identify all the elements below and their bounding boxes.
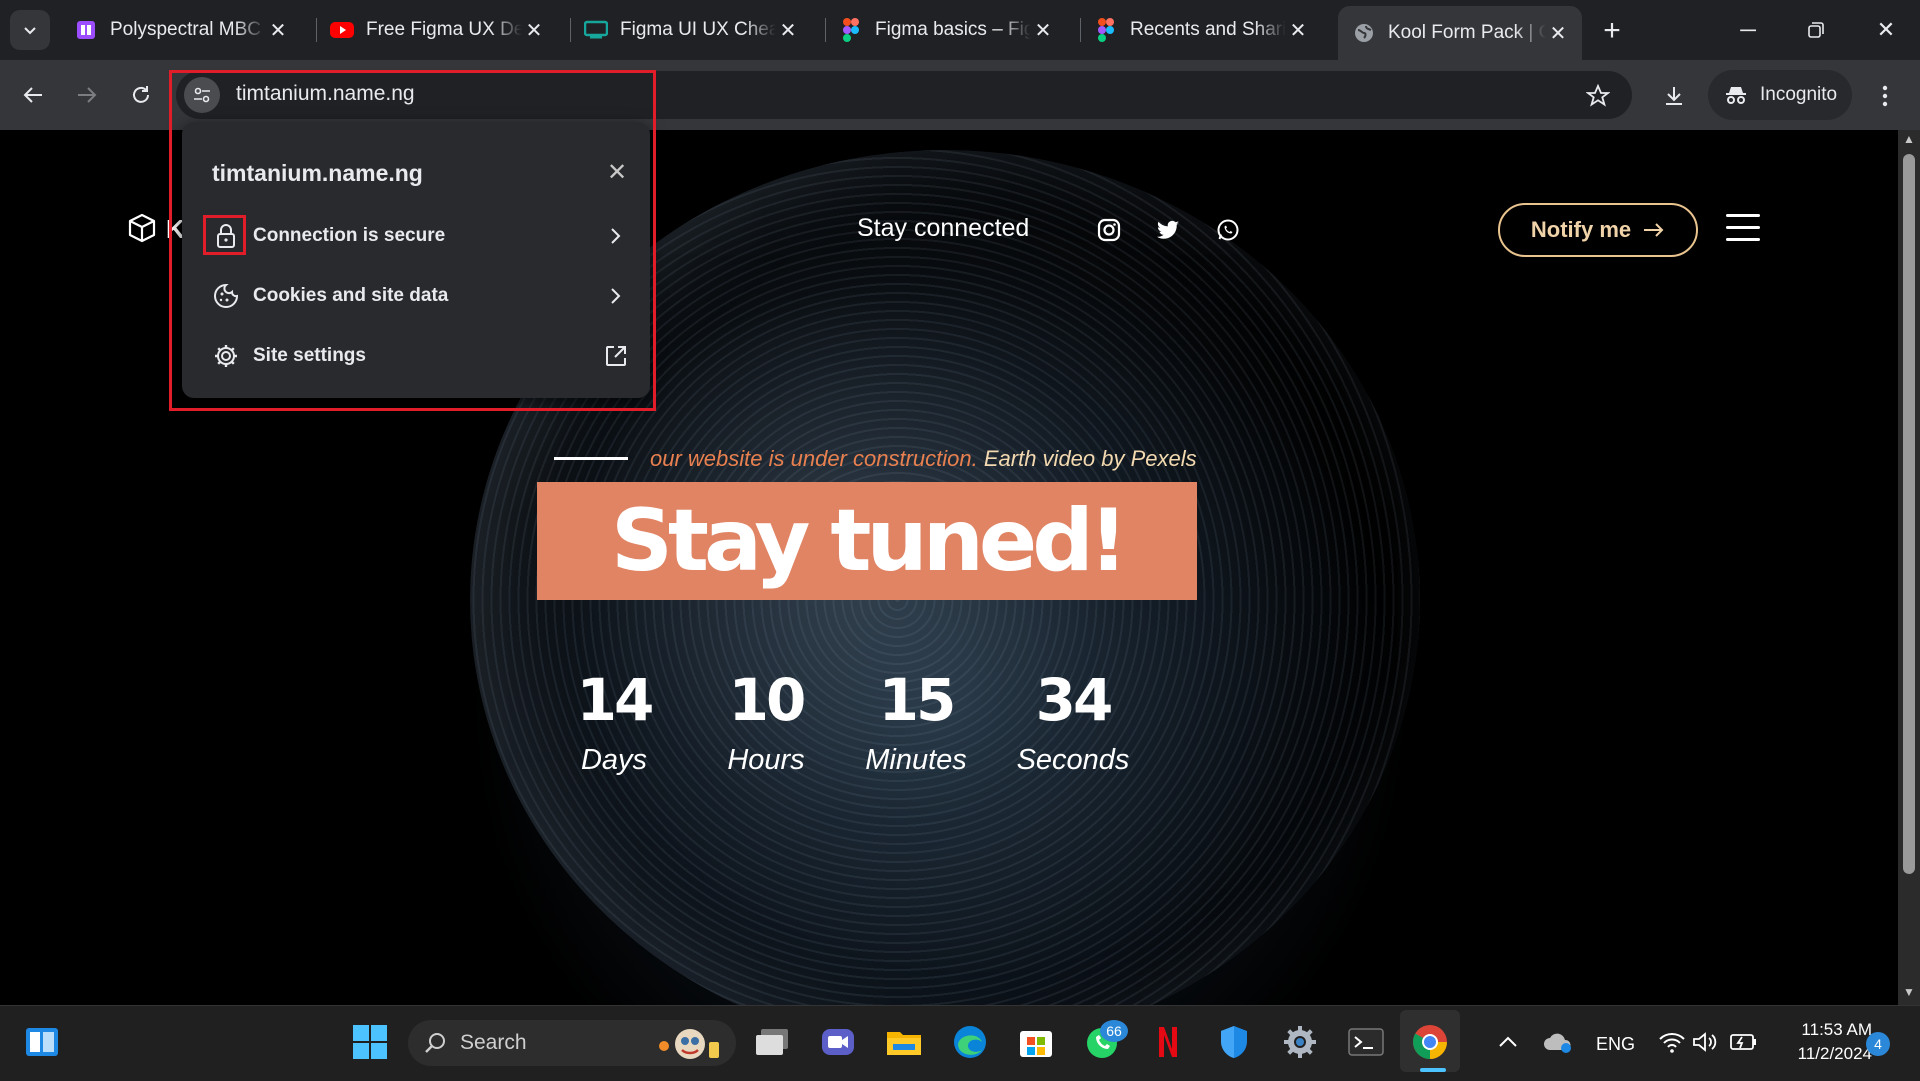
countdown-seconds-label: Seconds (1016, 744, 1130, 776)
forward-button[interactable] (66, 74, 108, 116)
tab-title: Free Figma UX Des (366, 19, 522, 40)
countdown-hours-value: 10 (728, 666, 807, 734)
close-window-button[interactable]: ✕ (1856, 10, 1916, 50)
start-widget-icon[interactable] (20, 1020, 64, 1064)
clock-time[interactable]: 11:53 AM (1776, 1020, 1872, 1040)
chevron-down-icon (24, 27, 36, 35)
close-tab-icon[interactable]: ✕ (1031, 18, 1055, 43)
subtitle: our website is under construction. Earth… (650, 446, 1197, 472)
monitor-icon (584, 18, 608, 42)
incognito-label: Incognito (1760, 84, 1838, 105)
arrow-right-icon (1644, 223, 1664, 237)
headline: Stay tuned! (610, 491, 1128, 591)
tab-search-button[interactable] (10, 10, 50, 50)
scroll-up-arrow[interactable]: ▲ (1898, 132, 1920, 152)
tab-figma-basics[interactable]: Figma basics – Figm ✕ (825, 6, 1067, 54)
task-view-icon[interactable] (750, 1020, 794, 1064)
close-tab-icon[interactable]: ✕ (776, 18, 800, 43)
defender-shield-icon[interactable] (1212, 1020, 1256, 1064)
restore-button[interactable] (1786, 10, 1846, 50)
terminal-icon[interactable] (1344, 1020, 1388, 1064)
minimize-button[interactable]: ─ (1718, 10, 1778, 50)
notify-me-label: Notify me (1530, 217, 1632, 242)
incognito-icon (1724, 84, 1748, 106)
windows-start-icon[interactable] (348, 1020, 392, 1064)
close-tab-icon[interactable]: ✕ (1286, 18, 1310, 43)
tab-title: Figma basics – Figm (875, 19, 1031, 40)
tab-title: Figma UI UX Cheat (620, 19, 776, 40)
tab-title: Kool Form Pack | C (1388, 22, 1546, 43)
close-tab-icon[interactable]: ✕ (522, 18, 546, 43)
new-tab-button[interactable]: + (1594, 14, 1630, 50)
close-tab-icon[interactable]: ✕ (1546, 21, 1570, 46)
more-vert-icon (1882, 85, 1888, 107)
teams-meet-icon[interactable] (816, 1020, 860, 1064)
onedrive-cloud-icon[interactable] (1536, 1020, 1580, 1064)
tab-title: Recents and Sharin (1130, 19, 1286, 40)
downloads-button[interactable] (1654, 76, 1694, 116)
countdown-minutes-label: Minutes (865, 744, 967, 776)
bookmark-star-button[interactable] (1580, 78, 1616, 114)
lock-highlight-box (203, 215, 246, 255)
reload-button[interactable] (120, 74, 162, 116)
countdown-hours-label: Hours (727, 744, 805, 776)
restore-icon (1808, 22, 1824, 38)
tab-kool-form-pack[interactable]: Kool Form Pack | C ✕ (1338, 6, 1582, 60)
tab-recents[interactable]: Recents and Sharin ✕ (1080, 6, 1322, 54)
hamburger-menu-icon[interactable] (1726, 214, 1760, 244)
countdown-days-value: 14 (576, 666, 655, 734)
search-highlight-icon (654, 1022, 724, 1064)
countdown-days-label: Days (580, 744, 648, 776)
whatsapp-badge: 66 (1100, 1020, 1128, 1042)
language-indicator[interactable]: ENG (1596, 1034, 1635, 1055)
incognito-indicator[interactable]: Incognito (1708, 70, 1852, 120)
youtube-icon (330, 18, 354, 42)
close-tab-icon[interactable]: ✕ (266, 18, 290, 43)
subtitle-construction: our website is under construction. (650, 446, 978, 471)
scrollbar-thumb[interactable] (1903, 154, 1915, 874)
tab-title: Polyspectral MBC | (110, 19, 266, 40)
countdown-seconds-value: 34 (1035, 666, 1114, 734)
whatsapp-icon[interactable] (1212, 214, 1244, 246)
back-button[interactable] (12, 74, 54, 116)
tab-polyspectral[interactable]: Polyspectral MBC | ✕ (60, 6, 302, 54)
settings-gear-icon[interactable] (1278, 1020, 1322, 1064)
subtitle-dash (554, 457, 628, 460)
figma-icon (1094, 18, 1118, 42)
chrome-icon[interactable] (1408, 1020, 1452, 1064)
notify-me-button[interactable]: Notify me (1498, 203, 1698, 257)
clock-date[interactable]: 11/2/2024 (1776, 1044, 1872, 1064)
scroll-down-arrow[interactable]: ▼ (1898, 985, 1920, 1005)
notification-count-badge[interactable]: 4 (1866, 1032, 1890, 1056)
battery-charging-icon[interactable] (1720, 1020, 1764, 1064)
figma-icon (839, 18, 863, 42)
edge-browser-icon[interactable] (948, 1020, 992, 1064)
download-icon (1666, 87, 1682, 105)
chrome-menu-button[interactable] (1870, 78, 1900, 114)
arrow-left-icon (23, 87, 42, 103)
netflix-icon[interactable] (1146, 1020, 1190, 1064)
star-icon (1586, 84, 1610, 107)
microsoft-store-icon[interactable] (1014, 1020, 1058, 1064)
globe-icon (1352, 21, 1376, 45)
countdown-minutes-value: 15 (878, 666, 957, 734)
site-logo-cube-icon[interactable] (126, 212, 158, 244)
instagram-icon[interactable] (1093, 214, 1125, 246)
taskbar-search-box[interactable]: Search (408, 1020, 736, 1066)
twitter-icon[interactable] (1152, 214, 1184, 246)
active-app-indicator (1420, 1068, 1446, 1072)
polyspectral-icon (74, 18, 98, 42)
arrow-right-icon (78, 87, 97, 103)
taskbar-search-label: Search (460, 1031, 527, 1054)
tab-figma-youtube[interactable]: Free Figma UX Des ✕ (316, 6, 558, 54)
reload-icon (133, 86, 149, 103)
file-explorer-icon[interactable] (882, 1020, 926, 1064)
stay-connected-text: Stay connected (857, 214, 1030, 242)
search-icon (424, 1032, 446, 1054)
show-hidden-icons-chevron-icon[interactable] (1486, 1020, 1530, 1064)
subtitle-credit[interactable]: Earth video by Pexels (984, 446, 1197, 471)
tab-cheatsheet[interactable]: Figma UI UX Cheat ✕ (570, 6, 812, 54)
